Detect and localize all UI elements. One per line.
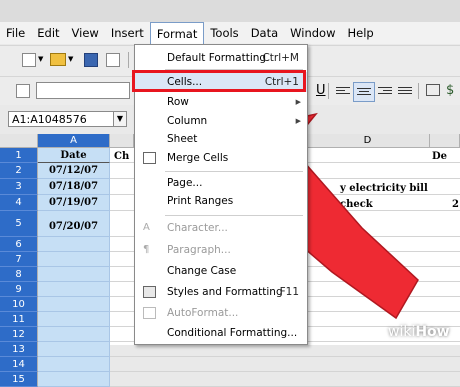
menu-item-styles-and-formatting[interactable]: Styles and Formatting F11 — [135, 282, 307, 302]
row-header[interactable]: 14 — [0, 357, 38, 372]
autoformat-icon — [143, 307, 156, 319]
menu-item-page[interactable]: Page... — [135, 173, 307, 193]
menu-separator — [165, 215, 303, 216]
character-icon: A — [143, 222, 150, 233]
menu-item-character[interactable]: A Character... — [135, 218, 307, 238]
menu-item-column[interactable]: Column ▶ — [135, 111, 307, 131]
menu-separator — [165, 171, 303, 172]
menu-item-autoformat[interactable]: AutoFormat... — [135, 303, 307, 323]
menu-item-default-formatting[interactable]: Default Formatting Ctrl+M — [135, 48, 307, 68]
menu-item-change-case[interactable]: Change Case — [135, 261, 307, 281]
row-gridline — [110, 371, 460, 372]
menu-item-merge-cells[interactable]: Merge Cells — [135, 148, 307, 168]
row-gridline — [110, 356, 460, 357]
row-header[interactable]: 15 — [0, 372, 38, 387]
menu-item-paragraph[interactable]: ¶ Paragraph... — [135, 240, 307, 260]
menu-item-row[interactable]: Row ▶ — [135, 92, 307, 112]
cells-highlight-box — [132, 70, 306, 92]
submenu-arrow-icon: ▶ — [295, 98, 301, 106]
cell-a[interactable] — [38, 357, 110, 372]
menu-item-sheet[interactable]: Sheet — [135, 129, 307, 149]
cell-a[interactable] — [38, 372, 110, 387]
menu-item-conditional-formatting[interactable]: Conditional Formatting... — [135, 323, 307, 343]
merge-cells-icon — [143, 152, 156, 164]
submenu-arrow-icon: ▶ — [295, 117, 301, 125]
wikihow-watermark: wikiHow — [388, 324, 450, 340]
menu-item-print-ranges[interactable]: Print Ranges — [135, 191, 307, 211]
styles-icon — [143, 286, 156, 298]
paragraph-icon: ¶ — [143, 244, 150, 255]
